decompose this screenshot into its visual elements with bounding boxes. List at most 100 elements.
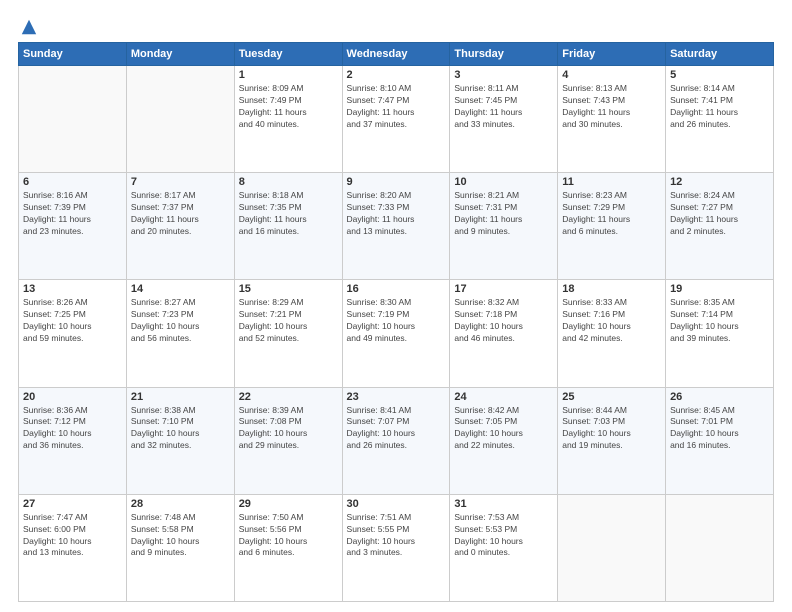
calendar-cell: 18 Sunrise: 8:33 AM Sunset: 7:16 PM Dayli… [558, 280, 666, 387]
calendar-week-row: 1Sunrise: 8:09 AM Sunset: 7:49 PM Daylig… [19, 66, 774, 173]
day-number: 6 [23, 176, 122, 188]
day-number: 10 [454, 176, 553, 188]
calendar-cell: 29 Sunrise: 7:50 AM Sunset: 5:56 PM Dayli… [234, 494, 342, 601]
calendar-cell: 12 Sunrise: 8:24 AM Sunset: 7:27 PM Dayli… [666, 173, 774, 280]
calendar-cell: 21 Sunrise: 8:38 AM Sunset: 7:10 PM Dayli… [126, 387, 234, 494]
day-info: Sunrise: 8:29 AM Sunset: 7:21 PM Dayligh… [239, 297, 338, 345]
day-number: 21 [131, 391, 230, 403]
calendar-cell: 28 Sunrise: 7:48 AM Sunset: 5:58 PM Dayli… [126, 494, 234, 601]
calendar-cell: 24 Sunrise: 8:42 AM Sunset: 7:05 PM Dayli… [450, 387, 558, 494]
day-number: 26 [670, 391, 769, 403]
day-info: Sunrise: 8:16 AM Sunset: 7:39 PM Dayligh… [23, 190, 122, 238]
day-info: Sunrise: 8:35 AM Sunset: 7:14 PM Dayligh… [670, 297, 769, 345]
logo-text [18, 18, 38, 36]
calendar-cell [558, 494, 666, 601]
calendar-cell: 13Sunrise: 8:26 AM Sunset: 7:25 PM Dayli… [19, 280, 127, 387]
calendar-cell: 4 Sunrise: 8:13 AM Sunset: 7:43 PM Daylig… [558, 66, 666, 173]
day-number: 4 [562, 69, 661, 81]
calendar-cell: 14 Sunrise: 8:27 AM Sunset: 7:23 PM Dayli… [126, 280, 234, 387]
calendar-cell: 5 Sunrise: 8:14 AM Sunset: 7:41 PM Daylig… [666, 66, 774, 173]
day-number: 9 [347, 176, 446, 188]
day-info: Sunrise: 8:10 AM Sunset: 7:47 PM Dayligh… [347, 83, 446, 131]
calendar-cell: 15 Sunrise: 8:29 AM Sunset: 7:21 PM Dayli… [234, 280, 342, 387]
day-number: 25 [562, 391, 661, 403]
calendar-cell [126, 66, 234, 173]
day-info: Sunrise: 8:41 AM Sunset: 7:07 PM Dayligh… [347, 405, 446, 453]
day-info: Sunrise: 8:42 AM Sunset: 7:05 PM Dayligh… [454, 405, 553, 453]
header [18, 18, 774, 32]
day-info: Sunrise: 8:33 AM Sunset: 7:16 PM Dayligh… [562, 297, 661, 345]
calendar-cell: 25 Sunrise: 8:44 AM Sunset: 7:03 PM Dayli… [558, 387, 666, 494]
day-info: Sunrise: 7:48 AM Sunset: 5:58 PM Dayligh… [131, 512, 230, 560]
calendar-cell: 26 Sunrise: 8:45 AM Sunset: 7:01 PM Dayli… [666, 387, 774, 494]
day-info: Sunrise: 8:44 AM Sunset: 7:03 PM Dayligh… [562, 405, 661, 453]
calendar-table: SundayMondayTuesdayWednesdayThursdayFrid… [18, 42, 774, 602]
day-info: Sunrise: 7:50 AM Sunset: 5:56 PM Dayligh… [239, 512, 338, 560]
day-number: 12 [670, 176, 769, 188]
day-number: 15 [239, 283, 338, 295]
calendar-cell: 2 Sunrise: 8:10 AM Sunset: 7:47 PM Daylig… [342, 66, 450, 173]
calendar-weekday-sunday: Sunday [19, 43, 127, 66]
logo [18, 18, 38, 32]
day-info: Sunrise: 8:13 AM Sunset: 7:43 PM Dayligh… [562, 83, 661, 131]
calendar-weekday-saturday: Saturday [666, 43, 774, 66]
day-info: Sunrise: 8:27 AM Sunset: 7:23 PM Dayligh… [131, 297, 230, 345]
calendar-week-row: 13Sunrise: 8:26 AM Sunset: 7:25 PM Dayli… [19, 280, 774, 387]
day-info: Sunrise: 8:39 AM Sunset: 7:08 PM Dayligh… [239, 405, 338, 453]
calendar-week-row: 6 Sunrise: 8:16 AM Sunset: 7:39 PM Daylig… [19, 173, 774, 280]
day-number: 5 [670, 69, 769, 81]
calendar-cell: 16Sunrise: 8:30 AM Sunset: 7:19 PM Dayli… [342, 280, 450, 387]
day-number: 11 [562, 176, 661, 188]
day-info: Sunrise: 8:24 AM Sunset: 7:27 PM Dayligh… [670, 190, 769, 238]
calendar-cell: 22 Sunrise: 8:39 AM Sunset: 7:08 PM Dayli… [234, 387, 342, 494]
calendar-cell: 7 Sunrise: 8:17 AM Sunset: 7:37 PM Daylig… [126, 173, 234, 280]
day-info: Sunrise: 8:32 AM Sunset: 7:18 PM Dayligh… [454, 297, 553, 345]
day-number: 24 [454, 391, 553, 403]
day-number: 7 [131, 176, 230, 188]
day-info: Sunrise: 8:21 AM Sunset: 7:31 PM Dayligh… [454, 190, 553, 238]
day-number: 19 [670, 283, 769, 295]
day-number: 27 [23, 498, 122, 510]
calendar-cell: 1Sunrise: 8:09 AM Sunset: 7:49 PM Daylig… [234, 66, 342, 173]
calendar-cell: 23 Sunrise: 8:41 AM Sunset: 7:07 PM Dayli… [342, 387, 450, 494]
page: SundayMondayTuesdayWednesdayThursdayFrid… [0, 0, 792, 612]
day-number: 30 [347, 498, 446, 510]
calendar-cell: 10 Sunrise: 8:21 AM Sunset: 7:31 PM Dayli… [450, 173, 558, 280]
day-info: Sunrise: 8:14 AM Sunset: 7:41 PM Dayligh… [670, 83, 769, 131]
calendar-cell: 3 Sunrise: 8:11 AM Sunset: 7:45 PM Daylig… [450, 66, 558, 173]
day-number: 3 [454, 69, 553, 81]
day-number: 2 [347, 69, 446, 81]
day-info: Sunrise: 8:45 AM Sunset: 7:01 PM Dayligh… [670, 405, 769, 453]
day-info: Sunrise: 8:36 AM Sunset: 7:12 PM Dayligh… [23, 405, 122, 453]
calendar-cell [666, 494, 774, 601]
day-number: 31 [454, 498, 553, 510]
day-number: 29 [239, 498, 338, 510]
day-info: Sunrise: 8:30 AM Sunset: 7:19 PM Dayligh… [347, 297, 446, 345]
day-info: Sunrise: 7:53 AM Sunset: 5:53 PM Dayligh… [454, 512, 553, 560]
calendar-weekday-tuesday: Tuesday [234, 43, 342, 66]
day-number: 13 [23, 283, 122, 295]
day-info: Sunrise: 8:18 AM Sunset: 7:35 PM Dayligh… [239, 190, 338, 238]
day-number: 28 [131, 498, 230, 510]
calendar-cell: 6 Sunrise: 8:16 AM Sunset: 7:39 PM Daylig… [19, 173, 127, 280]
day-info: Sunrise: 8:11 AM Sunset: 7:45 PM Dayligh… [454, 83, 553, 131]
day-number: 22 [239, 391, 338, 403]
calendar-weekday-monday: Monday [126, 43, 234, 66]
day-number: 18 [562, 283, 661, 295]
calendar-weekday-thursday: Thursday [450, 43, 558, 66]
calendar-week-row: 27Sunrise: 7:47 AM Sunset: 6:00 PM Dayli… [19, 494, 774, 601]
calendar-cell: 9Sunrise: 8:20 AM Sunset: 7:33 PM Daylig… [342, 173, 450, 280]
calendar-cell: 17 Sunrise: 8:32 AM Sunset: 7:18 PM Dayli… [450, 280, 558, 387]
calendar-cell: 8Sunrise: 8:18 AM Sunset: 7:35 PM Daylig… [234, 173, 342, 280]
day-number: 14 [131, 283, 230, 295]
calendar-weekday-wednesday: Wednesday [342, 43, 450, 66]
day-info: Sunrise: 8:38 AM Sunset: 7:10 PM Dayligh… [131, 405, 230, 453]
day-number: 17 [454, 283, 553, 295]
day-number: 1 [239, 69, 338, 81]
calendar-weekday-friday: Friday [558, 43, 666, 66]
day-number: 23 [347, 391, 446, 403]
calendar-cell: 20Sunrise: 8:36 AM Sunset: 7:12 PM Dayli… [19, 387, 127, 494]
calendar-cell: 31 Sunrise: 7:53 AM Sunset: 5:53 PM Dayli… [450, 494, 558, 601]
day-info: Sunrise: 8:17 AM Sunset: 7:37 PM Dayligh… [131, 190, 230, 238]
calendar-header-row: SundayMondayTuesdayWednesdayThursdayFrid… [19, 43, 774, 66]
